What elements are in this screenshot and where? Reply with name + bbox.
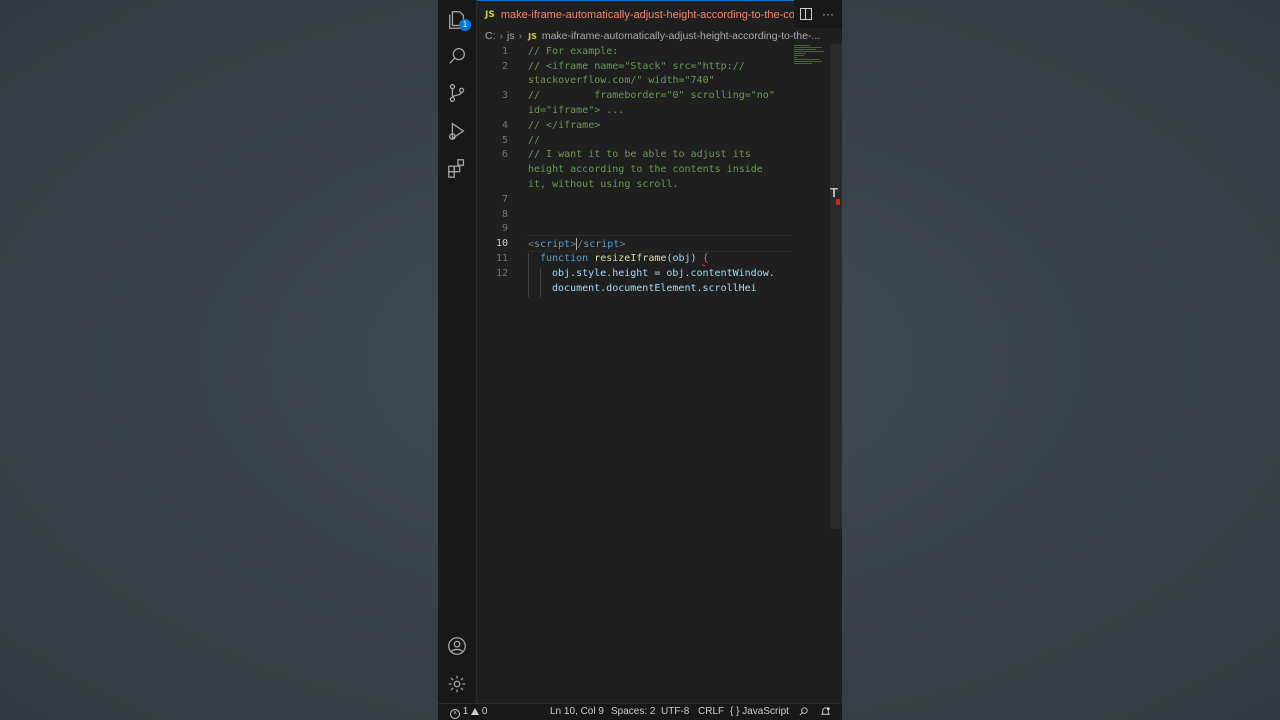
- line-number: 3: [501, 90, 508, 101]
- indentation[interactable]: Spaces: 2: [611, 706, 655, 717]
- code-line-function: function resizeIframe(obj) {: [540, 253, 709, 264]
- encoding[interactable]: UTF-8: [661, 706, 689, 717]
- indent-guide: [528, 253, 529, 297]
- gear-icon[interactable]: [445, 672, 469, 696]
- javascript-file-icon: JS: [528, 31, 537, 41]
- tab-title: make-iframe-automatically-adjust-height-…: [500, 8, 794, 21]
- problems-indicator[interactable]: × 1 0: [450, 706, 487, 719]
- language-mode[interactable]: { } JavaScript: [730, 706, 789, 717]
- vscode-window: 1 JS make-iframe-automatically-adjust-he…: [438, 0, 842, 720]
- more-actions-icon[interactable]: ···: [822, 7, 834, 21]
- line-number: 9: [501, 223, 508, 234]
- code-comment: it, without using scroll.: [528, 179, 679, 190]
- code-comment: id="iframe"> ...: [528, 105, 625, 116]
- cursor-position[interactable]: Ln 10, Col 9: [550, 706, 604, 717]
- line-number: 6: [501, 149, 508, 160]
- chevron-right-icon: ›: [518, 30, 523, 42]
- breadcrumb-folder[interactable]: js: [507, 30, 515, 42]
- line-number: 11: [495, 253, 508, 264]
- code-line-assignment: obj.style.height = obj.contentWindow.: [552, 268, 775, 279]
- source-control-icon[interactable]: [445, 81, 469, 105]
- search-icon[interactable]: [445, 44, 469, 68]
- tab-active-file[interactable]: JS make-iframe-automatically-adjust-heig…: [477, 0, 794, 28]
- indent-guide: [540, 268, 541, 297]
- warning-icon: [471, 708, 480, 715]
- code-editor[interactable]: 1 2 3 4 5 6 7 8 9 10 11 12 // For exampl…: [477, 44, 830, 703]
- minimap[interactable]: [794, 44, 830, 84]
- explorer-badge: 1: [459, 19, 471, 31]
- breadcrumb: C: › js › JS make-iframe-automatically-a…: [485, 28, 842, 44]
- code-comment: // frameborder="0" scrolling="no": [528, 90, 775, 101]
- notifications-icon[interactable]: [820, 706, 831, 720]
- tab-bar: JS make-iframe-automatically-adjust-heig…: [477, 0, 842, 28]
- breadcrumb-file[interactable]: make-iframe-automatically-adjust-height-…: [542, 30, 820, 42]
- braces-icon: { }: [730, 706, 740, 717]
- code-comment: //: [528, 135, 541, 146]
- breadcrumb-drive[interactable]: C:: [485, 30, 496, 42]
- account-icon[interactable]: [445, 634, 469, 658]
- chevron-right-icon: ›: [499, 30, 504, 42]
- code-comment: // <iframe name="Stack" src="http://: [528, 61, 745, 72]
- activity-bar: 1: [438, 0, 477, 703]
- code-line-script-tag: <script>/script>: [528, 238, 626, 250]
- split-editor-icon[interactable]: [800, 8, 812, 20]
- error-icon: ×: [450, 709, 460, 719]
- line-number: 5: [501, 135, 508, 146]
- vertical-scrollbar[interactable]: [830, 44, 842, 529]
- feedback-icon[interactable]: [798, 706, 809, 720]
- line-number-active: 10: [495, 238, 508, 249]
- code-comment: // For example:: [528, 46, 619, 57]
- line-number: 12: [495, 268, 508, 279]
- line-number: 2: [501, 61, 508, 72]
- line-endings[interactable]: CRLF: [698, 706, 724, 717]
- code-line-assignment-cont: document.documentElement.scrollHei: [552, 283, 757, 294]
- tab-actions: ···: [800, 0, 834, 28]
- code-comment: height according to the contents inside: [528, 164, 763, 175]
- code-comment: // </iframe>: [528, 120, 601, 131]
- status-bar: × 1 0 Ln 10, Col 9 Spaces: 2 UTF-8 CRLF …: [438, 703, 842, 720]
- run-debug-icon[interactable]: [445, 119, 469, 143]
- javascript-file-icon: JS: [485, 9, 495, 20]
- extensions-icon[interactable]: [445, 156, 469, 180]
- line-number: 8: [501, 209, 508, 220]
- line-number: 4: [501, 120, 508, 131]
- scroll-marker: T: [830, 185, 840, 207]
- line-number: 7: [501, 194, 508, 205]
- code-comment: // I want it to be able to adjust its: [528, 149, 751, 160]
- line-number: 1: [501, 46, 508, 57]
- code-comment: stackoverflow.com/" width="740": [528, 75, 715, 86]
